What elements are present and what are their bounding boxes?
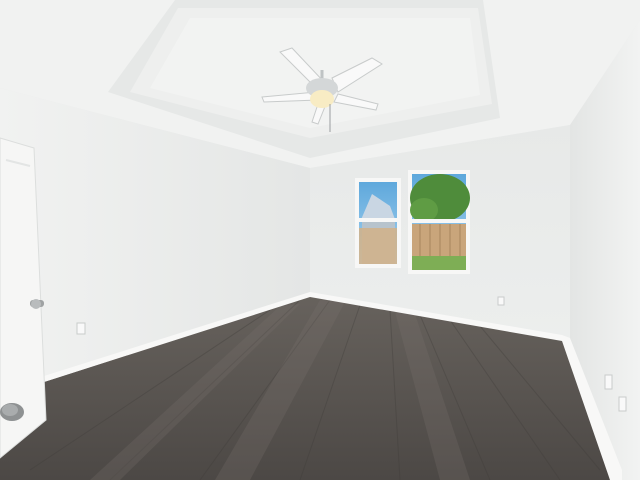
door-knob-lower	[0, 403, 24, 421]
window	[355, 170, 470, 274]
room-illustration	[0, 0, 640, 480]
room-photo	[0, 0, 640, 480]
